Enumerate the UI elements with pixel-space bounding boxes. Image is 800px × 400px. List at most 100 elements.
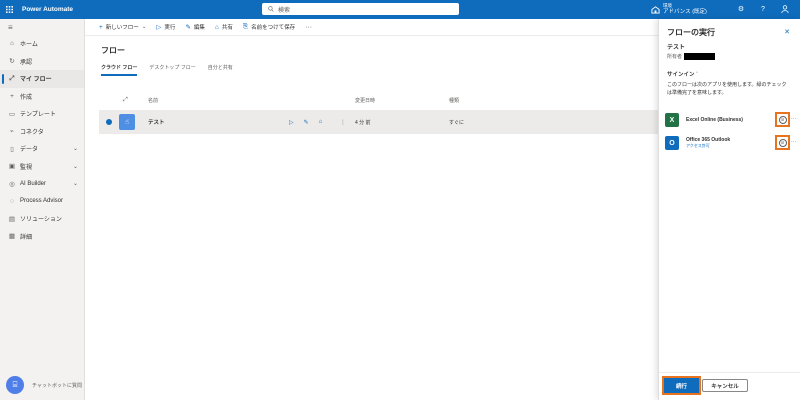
more-options-icon[interactable]: ··· (791, 139, 796, 145)
save-as-button[interactable]: ⎘ 名前をつけて保存 (243, 23, 295, 31)
flow-name[interactable]: テスト (148, 118, 165, 126)
monitor-icon: ▣ (8, 163, 16, 171)
sidebar-item-process-advisor[interactable]: ◌ Process Advisor (0, 193, 84, 211)
excel-icon: X (665, 113, 679, 127)
play-icon: ▷ (156, 24, 162, 31)
column-header-modified[interactable]: 変更日時 (355, 97, 375, 104)
tab-desktop-flows[interactable]: デスクトップ フロー (149, 64, 195, 76)
tab-list: クラウド フロー デスクトップ フロー 自分と共有 (101, 64, 233, 76)
new-flow-label: 新しいフロー (105, 25, 139, 31)
command-bar: + 新しいフロー ⌄ ▷ 実行 ✎ 編集 ⌂ 共有 ⎘ 名前をつけて保存 ··· (85, 19, 658, 36)
sidebar-item-approvals[interactable]: ↻ 承認 (0, 53, 84, 71)
sidebar-item-templates[interactable]: ▭ テンプレート (0, 105, 84, 123)
check-icon: ⊘ (778, 138, 787, 147)
run-button[interactable]: ▷ 実行 (156, 23, 175, 31)
panel-title: フローの実行 (667, 28, 715, 37)
top-bar: Power Automate 検索 環境 アドバンス (既定) ⚙ ? (0, 0, 800, 19)
more-icon: ▦ (8, 233, 16, 241)
connection-status-button[interactable]: ⊘ (775, 112, 790, 127)
connection-name: Excel Online (Business) (686, 116, 743, 123)
connection-status-button[interactable]: ⊘ (775, 135, 790, 150)
table-row[interactable]: ☝ テスト ▷ ✎ ⌂ ⋮ 4 分 前 すぐに (99, 110, 658, 134)
run-flow-panel: フローの実行 ✕ テスト 所有者 サインイン ˆ このフローは次のアプリを使用し… (658, 19, 800, 400)
connection-outlook: O Office 365 Outlook アクセス許可 ⊘ ··· (665, 135, 796, 150)
flow-type-column-icon: ⤢ (123, 96, 128, 103)
chatbot-label: チャットボットに質問 (32, 382, 82, 389)
chatbot-icon: ⌸ (6, 376, 24, 394)
chatbot-button[interactable]: ⌸ チャットボットに質問 (6, 376, 82, 394)
sidebar-item-create[interactable]: + 作成 (0, 88, 84, 106)
sidebar-item-monitor[interactable]: ▣ 監視 ⌄ (0, 158, 84, 176)
owner-line: 所有者 (667, 53, 716, 60)
chevron-down-icon: ⌄ (72, 163, 78, 170)
instant-flow-icon: ☝ (119, 114, 135, 130)
share-label: 共有 (221, 25, 233, 31)
account-icon[interactable] (780, 4, 790, 14)
app-launcher-icon[interactable] (0, 0, 18, 19)
approvals-icon: ↻ (9, 58, 15, 66)
environment-label: 環境 (663, 3, 672, 8)
chevron-down-icon: ⌄ (141, 24, 147, 30)
environment-name: アドバンス (既定) (663, 9, 707, 15)
more-options-icon[interactable]: ⋮ (340, 119, 346, 126)
save-as-icon: ⎘ (242, 23, 249, 30)
panel-footer: 続行 キャンセル (659, 372, 800, 400)
run-icon[interactable]: ▷ (289, 119, 294, 126)
sidebar-item-home[interactable]: ⌂ ホーム (0, 35, 84, 53)
share-icon[interactable]: ⌂ (319, 119, 323, 126)
templates-icon: ▭ (8, 110, 16, 118)
cancel-button[interactable]: キャンセル (702, 379, 748, 392)
pencil-icon: ✎ (185, 24, 191, 31)
sidebar-item-label: コネクタ (20, 129, 44, 136)
settings-icon[interactable]: ⚙ (736, 4, 746, 14)
tab-cloud-flows[interactable]: クラウド フロー (101, 64, 138, 76)
sidebar-item-solutions[interactable]: ▤ ソリューション (0, 210, 84, 228)
column-header-type[interactable]: 種類 (449, 97, 459, 104)
sidebar-item-more[interactable]: ▦ 詳細 (0, 228, 84, 246)
search-input[interactable]: 検索 (262, 3, 459, 15)
sidebar-item-my-flows[interactable]: ⤢ マイ フロー (0, 70, 84, 88)
hamburger-icon[interactable]: ≡ (0, 19, 84, 35)
share-icon: ⌂ (214, 23, 219, 31)
tab-shared-with-me[interactable]: 自分と共有 (208, 64, 233, 76)
app-title[interactable]: Power Automate (22, 6, 73, 13)
row-select-checkbox[interactable] (106, 119, 112, 125)
share-button[interactable]: ⌂ 共有 (214, 23, 233, 32)
main-content: フロー クラウド フロー デスクトップ フロー 自分と共有 ⤢ 名前 変更日時 … (85, 36, 658, 400)
environment-picker[interactable]: 環境 アドバンス (既定) (651, 2, 707, 16)
sidebar-item-label: データ (20, 147, 39, 154)
sidebar-item-label: 承認 (20, 59, 33, 66)
help-icon[interactable]: ? (758, 4, 768, 14)
owner-redacted (684, 53, 716, 60)
column-header-name[interactable]: 名前 (148, 97, 158, 104)
signin-description: このフローは次のアプリを使用します。緑のチェックは準備完了を意味します。 (667, 82, 787, 96)
new-flow-button[interactable]: + 新しいフロー ⌄ (99, 23, 147, 32)
sidebar-item-connectors[interactable]: ⌁ コネクタ (0, 123, 84, 141)
table-header: ⤢ 名前 変更日時 種類 (99, 94, 658, 106)
solutions-icon: ▤ (8, 215, 16, 223)
connection-excel: X Excel Online (Business) ⊘ ··· (665, 112, 796, 127)
environment-icon (651, 5, 660, 14)
continue-button[interactable]: 続行 (662, 376, 701, 395)
edit-button[interactable]: ✎ 編集 (185, 23, 204, 31)
connection-permissions-link[interactable]: アクセス許可 (686, 143, 730, 150)
sidebar: ≡ ⌂ ホーム ↻ 承認 ⤢ マイ フロー + 作成 ▭ テンプレート ⌁ コネクタ ▯ デー… (0, 19, 85, 400)
more-options-icon[interactable]: ··· (305, 24, 312, 31)
ai-builder-icon: ◎ (9, 180, 15, 188)
sidebar-item-ai-builder[interactable]: ◎ AI Builder ⌄ (0, 175, 84, 193)
connectors-icon: ⌁ (10, 128, 14, 136)
sidebar-item-label: 詳細 (20, 234, 33, 241)
sidebar-item-label: Process Advisor (20, 198, 64, 205)
edit-label: 編集 (193, 25, 205, 31)
edit-icon[interactable]: ✎ (304, 119, 309, 126)
sidebar-item-data[interactable]: ▯ データ ⌄ (0, 140, 84, 158)
outlook-icon: O (665, 136, 679, 150)
signin-label: サインイン ˆ (667, 72, 698, 78)
run-label: 実行 (164, 25, 176, 31)
flow-modified: 4 分 前 (355, 119, 371, 126)
sidebar-item-label: ホーム (20, 42, 38, 49)
chevron-down-icon: ⌄ (72, 146, 78, 153)
more-options-icon[interactable]: ··· (791, 116, 796, 122)
page-title: フロー (101, 46, 125, 55)
close-icon[interactable]: ✕ (784, 28, 790, 36)
